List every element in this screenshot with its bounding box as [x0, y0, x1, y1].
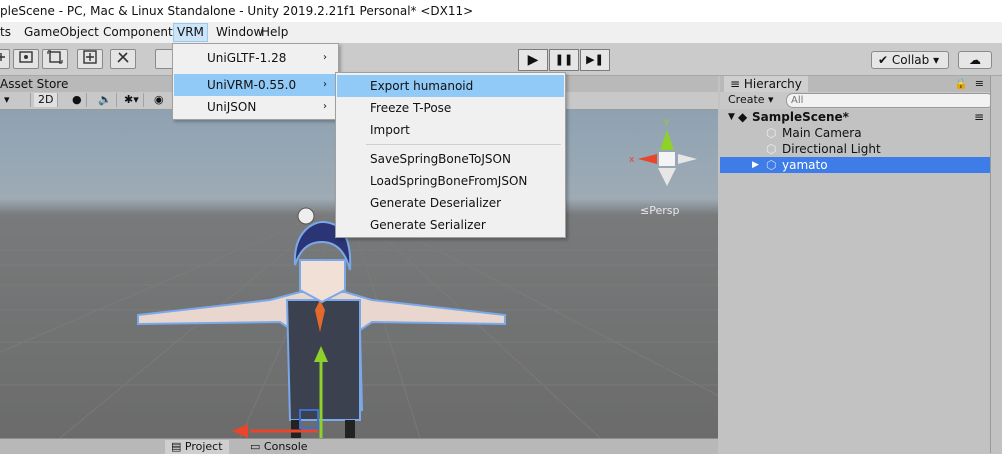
cloud-icon: ☁	[969, 53, 981, 67]
menu-item-label: Generate Serializer	[370, 218, 486, 232]
prefab-icon: ⬡	[766, 158, 777, 172]
menu-item-generate-deserializer[interactable]: Generate Deserializer	[337, 192, 564, 214]
expand-arrow-icon[interactable]: ▼	[728, 109, 735, 125]
scene-menu-icon[interactable]: ≡	[974, 109, 984, 125]
play-button[interactable]: ▶	[518, 49, 548, 71]
scene-root-row[interactable]: ▼ ◆ SampleScene* ≡	[720, 109, 990, 125]
menu-assets[interactable]: ts	[0, 24, 14, 41]
expand-arrow-icon[interactable]: ▶	[752, 157, 759, 173]
menu-bar: ts GameObject Component VRM Window Help	[0, 22, 1002, 43]
menu-help[interactable]: Help	[258, 24, 291, 41]
menu-item-label: UniJSON	[207, 100, 257, 114]
gameobject-icon: ⬡	[766, 142, 777, 156]
submenu-arrow-icon: ›	[323, 79, 327, 90]
bottom-tab-bar: ▤ Project ▭ Console	[0, 438, 718, 454]
collab-button[interactable]: ✔ Collab ▾	[871, 51, 949, 69]
gameobject-icon: ⬡	[766, 126, 777, 140]
tab-console[interactable]: ▭ Console	[244, 440, 314, 454]
menu-item-generate-serializer[interactable]: Generate Serializer	[337, 214, 564, 236]
menu-item-label: LoadSpringBoneFromJSON	[370, 174, 528, 188]
cloud-button[interactable]: ☁	[958, 51, 992, 69]
menu-item-import[interactable]: Import	[337, 119, 564, 141]
hierarchy-tab-bar: ≡ Hierarchy 🔒 ≡	[720, 76, 990, 92]
gizmo-y-label: y	[664, 117, 670, 127]
hierarchy-item-label: Directional Light	[782, 142, 881, 156]
rotate-tool-icon[interactable]	[13, 49, 39, 69]
list-icon: ≡	[730, 77, 741, 91]
visibility-icon[interactable]: ◉	[150, 93, 168, 107]
scale-tool-icon[interactable]	[42, 49, 68, 69]
panel-menu-icon[interactable]: ≡	[975, 76, 984, 92]
tab-hierarchy[interactable]: ≡ Hierarchy	[724, 76, 808, 92]
tab-project-label: Project	[184, 440, 223, 453]
menu-item-load-springbone[interactable]: LoadSpringBoneFromJSON	[337, 170, 564, 192]
projection-label[interactable]: ≤Persp	[640, 204, 679, 217]
vrm-dropdown-menu: UniGLTF-1.28 › UniVRM-0.55.0 › UniJSON ›	[172, 43, 339, 120]
hierarchy-search-input[interactable]	[786, 93, 994, 108]
gizmo-x-label: x	[629, 155, 635, 165]
pause-button[interactable]: ❚❚	[549, 49, 579, 71]
transform-tool-icon[interactable]	[77, 49, 103, 69]
menu-separator	[366, 144, 561, 145]
hierarchy-item[interactable]: ⬡ Directional Light	[720, 141, 990, 157]
unity-scene-icon: ◆	[738, 110, 748, 124]
check-icon: ✔	[878, 53, 889, 67]
effects-icon[interactable]: ✱▾	[120, 93, 144, 107]
create-label: Create	[728, 93, 765, 106]
tab-project[interactable]: ▤ Project	[165, 440, 229, 454]
lighting-icon[interactable]: ●	[68, 93, 87, 107]
menu-item-label: SaveSpringBoneToJSON	[370, 152, 511, 166]
scene-name: SampleScene*	[752, 110, 849, 124]
hierarchy-item[interactable]: ⬡ Main Camera	[720, 125, 990, 141]
menu-item-univrm[interactable]: UniVRM-0.55.0 ›	[174, 74, 337, 96]
audio-icon[interactable]: 🔈	[94, 93, 117, 107]
tab-asset-store[interactable]: Asset Store	[0, 76, 68, 92]
2d-toggle[interactable]: 2D	[34, 93, 59, 107]
hierarchy-item-selected[interactable]: ▶ ⬡ yamato	[720, 157, 990, 173]
menu-item-label: Import	[370, 123, 410, 137]
custom-tool-icon[interactable]	[110, 49, 136, 69]
submenu-arrow-icon: ›	[323, 101, 327, 112]
submenu-arrow-icon: ›	[323, 52, 327, 63]
menu-vrm[interactable]: VRM	[173, 23, 208, 42]
console-icon: ▭	[250, 440, 261, 453]
menu-item-export-humanoid[interactable]: Export humanoid	[337, 75, 564, 97]
tab-hierarchy-label: Hierarchy	[743, 77, 802, 91]
shading-mode-dropdown[interactable]: ▾	[0, 93, 31, 107]
menu-item-freeze-tpose[interactable]: Freeze T-Pose	[337, 97, 564, 119]
menu-item-label: Freeze T-Pose	[370, 101, 452, 115]
step-button[interactable]: ▶❚	[580, 49, 610, 71]
collab-label: Collab	[891, 53, 930, 67]
chevron-down-icon: ▾	[933, 53, 940, 67]
menu-item-unigltf[interactable]: UniGLTF-1.28 ›	[174, 47, 337, 69]
window-title-bar: pleScene - PC, Mac & Linux Standalone - …	[0, 0, 1002, 22]
menu-item-unijson[interactable]: UniJSON ›	[174, 96, 337, 118]
menu-item-save-springbone[interactable]: SaveSpringBoneToJSON	[337, 148, 564, 170]
menu-item-label: UniVRM-0.55.0	[207, 78, 297, 92]
lock-icon[interactable]: 🔒	[954, 76, 968, 92]
menu-component[interactable]: Component	[100, 24, 176, 41]
create-dropdown[interactable]: Create ▾	[728, 93, 774, 107]
menu-gameobject[interactable]: GameObject	[21, 24, 102, 41]
inspector-panel-edge	[990, 76, 1002, 453]
hierarchy-panel: ▼ ◆ SampleScene* ≡ ⬡ Main Camera ⬡ Direc…	[720, 109, 990, 437]
window-title: pleScene - PC, Mac & Linux Standalone - …	[0, 4, 474, 18]
menu-item-label: Export humanoid	[370, 79, 474, 93]
menu-item-label: UniGLTF-1.28	[207, 51, 287, 65]
tab-console-label: Console	[263, 440, 308, 453]
hierarchy-item-label: yamato	[782, 158, 828, 172]
hierarchy-item-label: Main Camera	[782, 126, 862, 140]
hierarchy-toolbar: Create ▾	[720, 92, 994, 110]
menu-item-label: Generate Deserializer	[370, 196, 502, 210]
rect-tool-icon[interactable]	[0, 49, 10, 69]
folder-icon: ▤	[171, 440, 182, 453]
orientation-gizmo: y x	[629, 117, 697, 186]
univrm-submenu: Export humanoid Freeze T-Pose Import Sav…	[335, 72, 566, 238]
